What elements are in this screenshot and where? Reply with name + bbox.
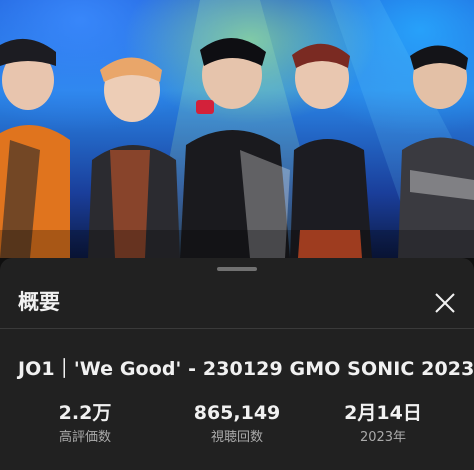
- likes-stat: 2.2万 高評価数: [6, 400, 164, 448]
- video-player[interactable]: [0, 0, 474, 258]
- likes-count: 2.2万: [58, 402, 112, 424]
- video-title: JO1｜'We Good' - 230129 GMO SONIC 2023: [18, 358, 474, 380]
- views-stat: 865,149 視聴回数: [158, 400, 316, 448]
- concert-scene-image: [0, 0, 474, 258]
- description-sheet: 概要 JO1｜'We Good' - 230129 GMO SONIC 2023…: [0, 258, 474, 470]
- sheet-title: 概要: [18, 290, 60, 314]
- divider: [0, 328, 474, 329]
- upload-year: 2023年: [359, 430, 407, 445]
- likes-label: 高評価数: [58, 430, 111, 445]
- stats-row: 2.2万 高評価数 865,149 視聴回数 2月14日 2023年: [0, 400, 474, 450]
- views-label: 視聴回数: [210, 430, 263, 445]
- close-button[interactable]: [426, 284, 464, 322]
- date-stat: 2月14日 2023年: [304, 400, 462, 448]
- views-count: 865,149: [193, 402, 281, 424]
- upload-date: 2月14日: [344, 402, 422, 424]
- drag-handle[interactable]: [217, 267, 257, 271]
- screen: 概要 JO1｜'We Good' - 230129 GMO SONIC 2023…: [0, 0, 474, 470]
- close-icon: [435, 293, 455, 313]
